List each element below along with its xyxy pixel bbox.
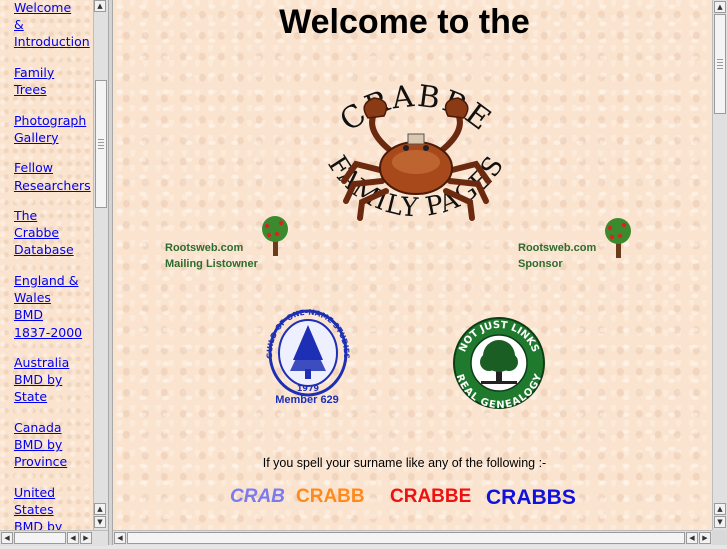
nav-vertical-scrollbar[interactable]: ▲ ▲ ▼ (93, 0, 108, 530)
rootsweb-right-line1: Rootsweb.com (518, 242, 597, 254)
nav-link-us-bmd[interactable]: United States BMD by (14, 484, 92, 536)
tree-icon (262, 216, 288, 256)
nav-link-canada-bmd[interactable]: Canada BMD by Province (14, 419, 92, 471)
nav-link-welcome[interactable]: Welcome & Introduction (14, 0, 92, 51)
surname-variant-crabb: CRABB (296, 486, 365, 507)
page-title: Welcome to the (279, 3, 530, 41)
navigation-list: Welcome & Introduction Family Trees Phot… (14, 0, 92, 549)
scroll-right-arrow-icon[interactable]: ▶ (80, 532, 92, 544)
surname-spelling-intro: If you spell your surname like any of th… (262, 456, 547, 470)
surname-variant-crabbs: CRABBS (486, 486, 576, 509)
not-just-links-logo[interactable]: NOT JUST LINKS REAL GENEALOGY (451, 316, 547, 410)
guild-of-one-name-studies-logo[interactable]: GUILD OF ONE-NAME STUDIES 1979 (263, 305, 353, 397)
rootsweb-right-line2: Sponsor (518, 258, 563, 270)
scroll-up-arrow-icon[interactable]: ▲ (714, 1, 726, 13)
scrollbar-corner (712, 530, 727, 545)
svg-text:CRABBE: CRABBE (334, 79, 499, 139)
scroll-up-arrow-icon[interactable]: ▲ (94, 503, 106, 515)
main-scrollbar-thumb[interactable] (714, 14, 726, 114)
nav-link-fellow-researchers[interactable]: Fellow Researchers (14, 159, 92, 193)
nav-link-crabbe-database[interactable]: The Crabbe Database (14, 207, 92, 259)
main-horizontal-scrollbar[interactable]: ◀ ◀ ▶ (113, 530, 712, 545)
main-frame: Welcome to the CRABBE FAMILY PAGES (113, 0, 712, 530)
scroll-right-arrow-icon[interactable]: ▶ (699, 532, 711, 544)
nav-hscroll-thumb[interactable] (14, 532, 66, 544)
scroll-left-arrow-icon[interactable]: ◀ (686, 532, 698, 544)
nav-link-england-wales-bmd[interactable]: England & Wales BMD 1837-2000 (14, 272, 92, 341)
nav-scrollbar-thumb[interactable] (95, 80, 107, 208)
navigation-frame: Welcome & Introduction Family Trees Phot… (0, 0, 108, 545)
crabbe-family-pages-logo: CRABBE FAMILY PAGES (322, 79, 510, 224)
guild-year: 1979 (297, 384, 320, 393)
nav-link-photograph-gallery[interactable]: Photograph Gallery (14, 112, 92, 146)
scroll-left-arrow-icon[interactable]: ◀ (1, 532, 13, 544)
surname-variant-crab: CRAB (230, 486, 285, 507)
scroll-up-arrow-icon[interactable]: ▲ (714, 503, 726, 515)
main-hscroll-thumb[interactable] (127, 532, 685, 544)
tree-icon (605, 218, 631, 258)
nav-link-family-trees[interactable]: Family Trees (14, 64, 92, 98)
scroll-left-arrow-icon[interactable]: ◀ (67, 532, 79, 544)
rootsweb-left-line2: Mailing Listowner (165, 258, 258, 270)
guild-member-number: Member 629 (275, 394, 339, 406)
scroll-down-arrow-icon[interactable]: ▼ (714, 516, 726, 528)
nav-link-australia-bmd[interactable]: Australia BMD by State (14, 354, 92, 406)
scroll-down-arrow-icon[interactable]: ▼ (94, 516, 106, 528)
rootsweb-left-line1: Rootsweb.com (165, 242, 244, 254)
scroll-left-arrow-icon[interactable]: ◀ (114, 532, 126, 544)
scroll-up-arrow-icon[interactable]: ▲ (94, 0, 106, 12)
nav-horizontal-scrollbar[interactable]: ◀ ◀ ▶ (0, 530, 108, 546)
logo-top-text: CRABBE (334, 79, 497, 139)
main-vertical-scrollbar[interactable]: ▲ ▲ ▼ (712, 0, 727, 530)
surname-variant-crabbe: CRABBE (390, 486, 472, 507)
